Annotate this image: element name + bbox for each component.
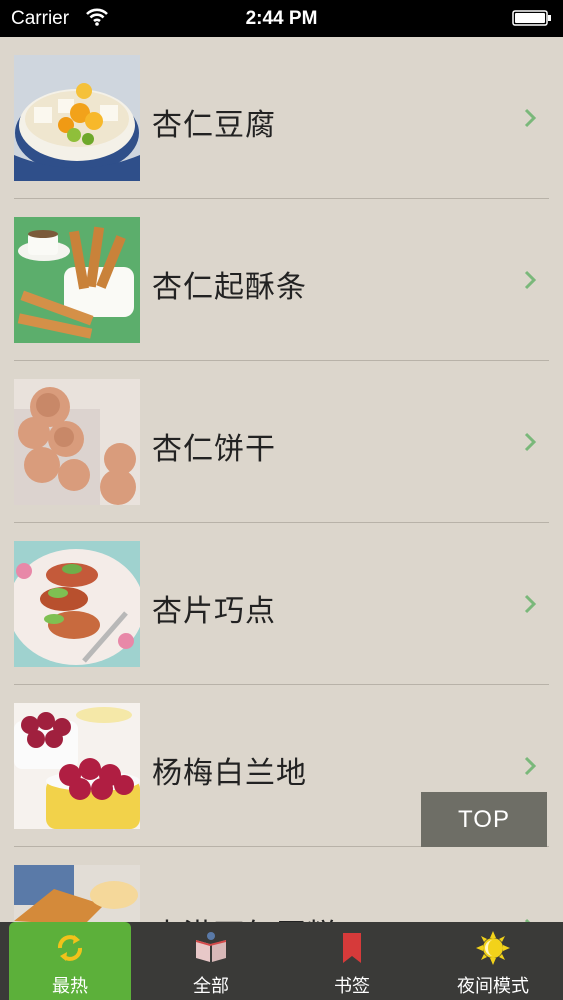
recipe-title: 杏仁饼干 bbox=[152, 432, 276, 467]
tab-all[interactable]: 全部 bbox=[141, 922, 281, 1000]
tab-night-mode[interactable]: 夜间模式 bbox=[423, 922, 563, 1000]
refresh-icon bbox=[52, 930, 88, 966]
list-item[interactable]: 杏仁饼干 bbox=[14, 361, 549, 523]
sun-icon bbox=[475, 930, 511, 966]
chevron-right-icon bbox=[521, 431, 539, 453]
tab-label: 全部 bbox=[193, 976, 229, 997]
recipe-title: 杏片巧点 bbox=[152, 594, 276, 629]
bookmark-icon bbox=[334, 930, 370, 966]
recipe-thumbnail bbox=[14, 703, 140, 829]
list-item[interactable]: 杏港下午蛋糕 bbox=[14, 847, 549, 922]
chevron-right-icon bbox=[521, 107, 539, 129]
recipe-list[interactable]: 杏仁豆腐 杏仁起酥条 杏仁饼干 杏片巧点 杨梅白兰地 bbox=[0, 37, 563, 922]
chevron-right-icon bbox=[521, 593, 539, 615]
chevron-right-icon bbox=[521, 755, 539, 777]
recipe-title: 杨梅白兰地 bbox=[152, 756, 307, 791]
recipe-thumbnail bbox=[14, 55, 140, 181]
tab-hot[interactable]: 最热 bbox=[9, 922, 131, 1000]
recipe-thumbnail bbox=[14, 217, 140, 343]
tab-bar: 最热 全部 书签 夜间模式 bbox=[0, 922, 563, 1000]
list-item[interactable]: 杏仁起酥条 bbox=[14, 199, 549, 361]
scroll-top-button[interactable]: TOP bbox=[421, 792, 547, 847]
recipe-thumbnail bbox=[14, 541, 140, 667]
battery-icon bbox=[512, 10, 552, 26]
status-bar: Carrier 2:44 PM bbox=[0, 0, 563, 37]
tab-bookmarks[interactable]: 书签 bbox=[282, 922, 422, 1000]
recipe-thumbnail bbox=[14, 865, 140, 922]
list-item[interactable]: 杏片巧点 bbox=[14, 523, 549, 685]
status-time: 2:44 PM bbox=[245, 8, 318, 29]
tab-label: 书签 bbox=[334, 976, 370, 997]
tab-label: 夜间模式 bbox=[457, 976, 529, 997]
chevron-right-icon bbox=[521, 269, 539, 291]
recipe-title: 杏仁豆腐 bbox=[152, 108, 276, 143]
tab-label: 最热 bbox=[52, 976, 88, 997]
list-item[interactable]: 杏仁豆腐 bbox=[14, 37, 549, 199]
book-icon bbox=[193, 930, 229, 966]
recipe-title: 杏港下午蛋糕 bbox=[152, 910, 338, 922]
recipe-title: 杏仁起酥条 bbox=[152, 270, 307, 305]
recipe-thumbnail bbox=[14, 379, 140, 505]
